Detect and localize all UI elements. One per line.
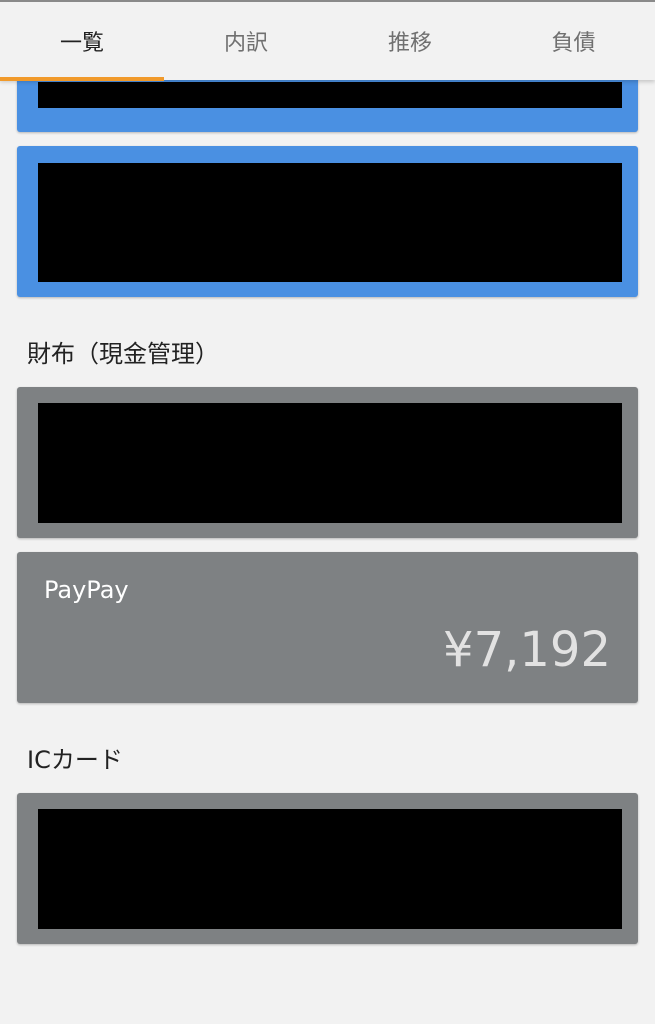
account-card-ic-card[interactable] (17, 793, 638, 944)
tab-label: 内訳 (223, 31, 268, 56)
account-card-wallet-1[interactable] (17, 387, 638, 538)
section-heading-wallet: 財布（現金管理） (27, 340, 219, 368)
redacted-block (38, 403, 622, 523)
tab-label: 一覧 (59, 31, 104, 56)
section-heading-ic-card: ICカード (27, 746, 123, 774)
account-card-paypay[interactable]: PayPay ¥7,192 (17, 552, 638, 703)
account-card-bank-2[interactable] (17, 146, 638, 297)
tab-bar: 一覧 内訳 推移 負債 (0, 0, 655, 81)
tab-label: 負債 (551, 31, 596, 56)
tab-trend[interactable]: 推移 (328, 2, 492, 80)
redacted-block (38, 809, 622, 929)
tab-label: 推移 (387, 31, 432, 56)
account-name: PayPay (44, 576, 129, 604)
redacted-block (38, 82, 622, 108)
active-tab-indicator (0, 77, 164, 81)
tab-list[interactable]: 一覧 (0, 2, 164, 80)
tab-breakdown[interactable]: 内訳 (164, 2, 328, 80)
tab-liabilities[interactable]: 負債 (492, 2, 655, 80)
redacted-block (38, 163, 622, 282)
account-balance: ¥7,192 (443, 622, 611, 678)
